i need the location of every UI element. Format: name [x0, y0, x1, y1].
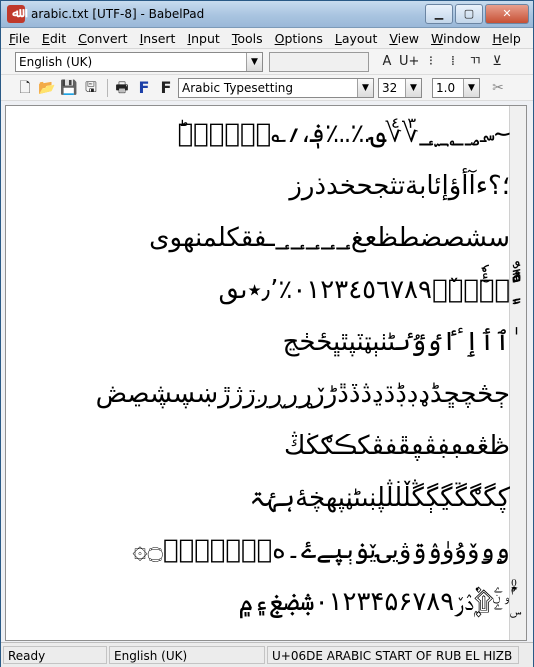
cut-icon[interactable]: ✂	[488, 78, 508, 98]
language-select-value: English (UK)	[19, 54, 93, 69]
toolbar-tool-3-icon[interactable]: ⁞	[443, 52, 463, 72]
editor-text-line[interactable]: سشصضطظعغ؀؀؀؀؀ـفقكلمنهوى	[149, 218, 510, 258]
input-method-field[interactable]	[269, 51, 369, 72]
menu-convert[interactable]: Convert	[78, 31, 127, 46]
editor-text-line[interactable]: ۣ۟۠ۡۢۤۥۦۧۨ۩۪ۭ۫۬ۮۯ۰۱۲۳۴۵۶۷۸۹ۺۻۼ۽۾	[238, 582, 510, 622]
babelpad-app-icon: ﷲ	[7, 5, 25, 23]
font-black-icon[interactable]: F	[156, 78, 176, 98]
chevron-down-icon[interactable]: ▼	[246, 52, 262, 71]
editor-text-line[interactable]: ۄۅۆۇۈۉۊۋیۍێۏېۑےۓ۔ەۖۗۘۙۚۛۜ۝۞	[132, 530, 510, 570]
menu-help[interactable]: Help	[492, 31, 521, 46]
text-editor[interactable]: ؀؁؂؃؄؅؆؇؈؉؊؋،؍؎؏ؐؑؒؓؔؕ ؛؟ءآأؤإئابةتثجحخدذ…	[5, 105, 527, 641]
open-folder-icon[interactable]: 📂	[37, 78, 57, 98]
font-blue-icon[interactable]: F	[134, 78, 154, 98]
menu-window[interactable]: Window	[431, 31, 480, 46]
editor-text-line[interactable]: ًٌٍَُِّْٕٖٜٓٔٗ٘ٙٚٛ٠١٢٣٤٥٦٧٨٩٪٫٬٭ٮٯ	[219, 270, 510, 310]
menu-file[interactable]: File	[9, 31, 30, 46]
line-spacing-select[interactable]: 1.0 ▼	[432, 77, 480, 98]
font-select-value: Arabic Typesetting	[182, 80, 294, 95]
new-file-icon[interactable]: 🗋	[15, 78, 35, 98]
menu-edit[interactable]: Edit	[42, 31, 66, 46]
title-bar[interactable]: ﷲ arabic.txt [UTF-8] - BabelPad ▁ ▢ ✕	[1, 1, 533, 28]
save-icon[interactable]: 💾	[59, 78, 79, 98]
status-language: English (UK)	[109, 646, 265, 664]
menu-layout[interactable]: Layout	[335, 31, 378, 46]
toolbar-language: English (UK) ▼ A U+ ⁝ ⁞ ㄲ ⊻	[1, 49, 533, 75]
menu-input[interactable]: Input	[187, 31, 219, 46]
font-size-select[interactable]: 32 ▼	[378, 77, 422, 98]
chevron-down-icon[interactable]: ▼	[357, 78, 373, 97]
toolbar-tool-4-icon[interactable]: ㄲ	[465, 52, 485, 72]
chevron-down-icon[interactable]: ▼	[463, 78, 479, 97]
menu-options[interactable]: Options	[275, 31, 323, 46]
close-button[interactable]: ✕	[485, 4, 529, 24]
toolbar-format: 🗋 📂 💾 🖫 🖶 F F Arabic Typesetting ▼ 32 ▼ …	[1, 75, 533, 101]
save-all-icon[interactable]: 🖫	[81, 78, 101, 98]
menu-insert[interactable]: Insert	[140, 31, 176, 46]
window-title: arabic.txt [UTF-8] - BabelPad	[31, 7, 205, 21]
babelpad-window: ﷲ arabic.txt [UTF-8] - BabelPad ▁ ▢ ✕ Fi…	[0, 0, 534, 667]
chevron-down-icon[interactable]: ▼	[405, 78, 421, 97]
editor-text-line[interactable]: ڄڅچڇڈډڊڋڌڍڎڏڐڑڒړڔڕږڗژڙښڛڜڝڞ	[96, 374, 510, 414]
status-character-info: U+06DE ARABIC START OF RUB EL HIZB	[267, 646, 519, 664]
vertical-scrollbar[interactable]	[509, 106, 526, 640]
menu-tools[interactable]: Tools	[232, 31, 263, 46]
maximize-button[interactable]: ▢	[455, 4, 483, 24]
editor-text-line[interactable]: ٰٱٲٳٴٵٶٷٸٹٺٻټٽپٿڀځڂڃ	[283, 322, 510, 362]
toolbar-tool-2-icon[interactable]: ⁝	[421, 52, 441, 72]
editor-text-line[interactable]: ؛؟ءآأؤإئابةتثجحخدذرز	[289, 166, 510, 206]
print-icon[interactable]: 🖶	[112, 78, 132, 98]
language-select[interactable]: English (UK) ▼	[15, 51, 263, 72]
editor-text-line[interactable]: ڟڠڡڢڣڤڥڦڧڨکڪګڬڭ	[284, 426, 510, 466]
editor-text-line[interactable]: ؀؁؂؃؄؅؆؇؈؉؊؋،؍؎؏ؐؑؒؓؔؕ	[177, 114, 510, 154]
menu-view[interactable]: View	[389, 31, 419, 46]
minimize-button[interactable]: ▁	[425, 4, 453, 24]
toolbar-tool-0-icon[interactable]: A	[377, 52, 397, 72]
status-bar: Ready English (UK) U+06DE ARABIC START O…	[1, 642, 533, 667]
toolbar-separator	[107, 78, 108, 97]
toolbar-tool-5-icon[interactable]: ⊻	[487, 52, 507, 72]
menu-bar: File Edit Convert Insert Input Tools Options La…	[1, 28, 533, 49]
line-spacing-value: 1.0	[436, 80, 456, 95]
font-select[interactable]: Arabic Typesetting ▼	[178, 77, 374, 98]
toolbar-tool-1-icon[interactable]: U+	[399, 52, 419, 72]
editor-text-line[interactable]: ڮگڰڱڲڳڴڵڶڷڸڹںڻڼڽھڿۀہۂۃ	[249, 478, 510, 518]
font-size-value: 32	[382, 80, 398, 95]
status-ready: Ready	[3, 646, 107, 664]
